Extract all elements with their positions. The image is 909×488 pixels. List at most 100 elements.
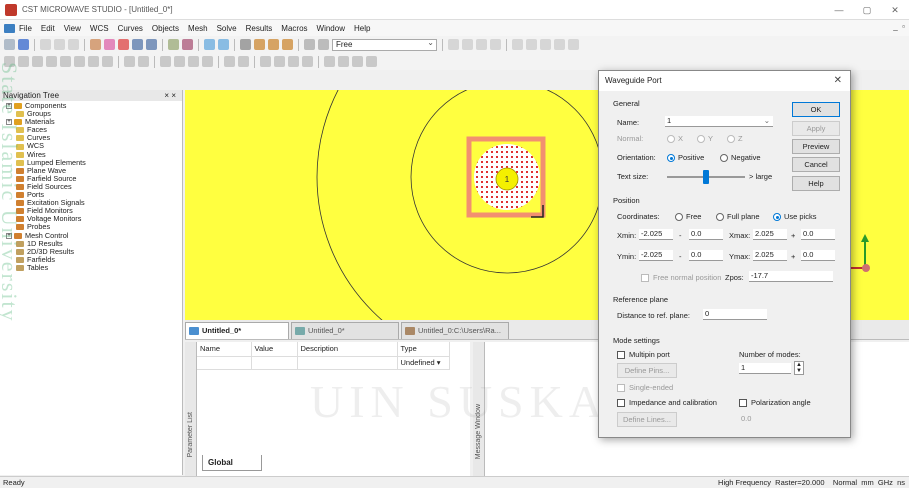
zoom-in-icon[interactable] bbox=[132, 39, 143, 50]
xmax-input[interactable]: 2.025 bbox=[753, 229, 787, 240]
mirror-icon[interactable] bbox=[202, 56, 213, 67]
cut-icon[interactable] bbox=[40, 39, 51, 50]
blend-icon[interactable] bbox=[160, 56, 171, 67]
pick-point-icon[interactable] bbox=[254, 39, 265, 50]
single-ended-checkbox[interactable] bbox=[617, 384, 625, 392]
wcs-align-icon[interactable] bbox=[476, 39, 487, 50]
tree-item[interactable]: Tables bbox=[6, 263, 182, 272]
torus-icon[interactable] bbox=[60, 56, 71, 67]
move-icon[interactable] bbox=[118, 39, 129, 50]
expand-icon[interactable]: + bbox=[6, 232, 12, 239]
circle-icon[interactable] bbox=[540, 39, 551, 50]
restore-icon[interactable]: ▢ bbox=[853, 0, 881, 20]
align-shape-icon[interactable] bbox=[238, 56, 249, 67]
ymin-input[interactable]: -2.025 bbox=[639, 250, 673, 261]
pan-icon[interactable] bbox=[104, 39, 115, 50]
impedance-checkbox[interactable] bbox=[617, 399, 625, 407]
normal-z-radio[interactable] bbox=[727, 135, 735, 143]
slider-thumb[interactable] bbox=[703, 170, 709, 184]
ymax-offset-input[interactable]: 0.0 bbox=[801, 250, 835, 261]
cylinder-icon[interactable] bbox=[32, 56, 43, 67]
ymax-input[interactable]: 2.025 bbox=[753, 250, 787, 261]
cell-description[interactable] bbox=[297, 356, 398, 370]
brick-icon[interactable] bbox=[4, 56, 15, 67]
loft-icon[interactable] bbox=[102, 56, 113, 67]
fit-icon[interactable] bbox=[168, 39, 179, 50]
menu-wcs[interactable]: WCS bbox=[90, 24, 109, 33]
paste-icon[interactable] bbox=[68, 39, 79, 50]
table-row[interactable]: Undefined ▾ bbox=[197, 356, 450, 370]
save-icon[interactable] bbox=[18, 39, 29, 50]
rotate-shape-icon[interactable] bbox=[88, 56, 99, 67]
menu-solve[interactable]: Solve bbox=[217, 24, 237, 33]
ok-button[interactable]: OK bbox=[792, 102, 840, 117]
pick-edge-icon[interactable] bbox=[268, 39, 279, 50]
text-size-slider[interactable] bbox=[667, 170, 745, 184]
zoom-out-icon[interactable] bbox=[146, 39, 157, 50]
define-lines-button[interactable]: Define Lines... bbox=[617, 412, 677, 427]
define-pins-button[interactable]: Define Pins... bbox=[617, 363, 677, 378]
select-icon[interactable] bbox=[204, 39, 215, 50]
expand-icon[interactable]: + bbox=[6, 103, 12, 110]
col-description[interactable]: Description bbox=[297, 342, 398, 357]
boolean-subtract-icon[interactable] bbox=[138, 56, 149, 67]
coords-full-plane-radio[interactable] bbox=[716, 213, 724, 221]
menu-help[interactable]: Help bbox=[354, 24, 370, 33]
num-modes-input[interactable]: 1 bbox=[739, 363, 791, 374]
free-normal-checkbox[interactable] bbox=[641, 274, 649, 282]
menu-file[interactable]: File bbox=[19, 24, 32, 33]
align-icon[interactable] bbox=[448, 39, 459, 50]
tab-global[interactable]: Global bbox=[202, 455, 262, 471]
ymin-offset-input[interactable]: 0.0 bbox=[689, 250, 723, 261]
col-name[interactable]: Name bbox=[197, 342, 252, 357]
chevron-down-icon[interactable]: ▾ bbox=[437, 358, 441, 367]
cell-name[interactable] bbox=[197, 356, 252, 370]
discrete-port-icon[interactable] bbox=[274, 56, 285, 67]
extrude-icon[interactable] bbox=[74, 56, 85, 67]
coords-free-radio[interactable] bbox=[675, 213, 683, 221]
cancel-button[interactable]: Cancel bbox=[792, 157, 840, 172]
measure-icon[interactable] bbox=[512, 39, 523, 50]
tab-untitled-1d[interactable]: Untitled_0* bbox=[291, 322, 399, 339]
tab-untitled-model[interactable]: Untitled_0* bbox=[185, 322, 289, 339]
line-icon[interactable] bbox=[526, 39, 537, 50]
cone-icon[interactable] bbox=[46, 56, 57, 67]
num-modes-spinner[interactable]: ▲ ▼ bbox=[794, 361, 804, 375]
transform-icon[interactable] bbox=[224, 56, 235, 67]
col-value[interactable]: Value bbox=[251, 342, 298, 357]
grid-icon[interactable] bbox=[318, 39, 329, 50]
ref-distance-input[interactable]: 0 bbox=[703, 309, 767, 320]
menu-objects[interactable]: Objects bbox=[152, 24, 179, 33]
menu-mesh[interactable]: Mesh bbox=[188, 24, 208, 33]
apply-button[interactable]: Apply bbox=[792, 121, 840, 136]
start-icon[interactable] bbox=[352, 56, 363, 67]
coords-use-picks-radio[interactable] bbox=[773, 213, 781, 221]
chamfer-icon[interactable] bbox=[174, 56, 185, 67]
close-icon[interactable]: ✕ bbox=[881, 0, 909, 20]
col-type[interactable]: Type bbox=[397, 342, 450, 357]
close-icon[interactable]: ✕ bbox=[834, 71, 842, 91]
panel-close-icon[interactable]: × × bbox=[164, 90, 176, 101]
menu-results[interactable]: Results bbox=[246, 24, 273, 33]
cell-type[interactable]: Undefined ▾ bbox=[397, 356, 450, 370]
sphere-icon[interactable] bbox=[18, 56, 29, 67]
shell-icon[interactable] bbox=[188, 56, 199, 67]
xmax-offset-input[interactable]: 0.0 bbox=[801, 229, 835, 240]
tab-untitled-path[interactable]: Untitled_0:C:\Users\Ra... bbox=[401, 322, 509, 339]
mode-select[interactable]: Free bbox=[332, 38, 437, 51]
multipin-checkbox[interactable] bbox=[617, 351, 625, 359]
normal-x-radio[interactable] bbox=[667, 135, 675, 143]
orientation-positive-radio[interactable] bbox=[667, 154, 675, 162]
xmin-input[interactable]: -2.025 bbox=[639, 229, 673, 240]
rotate-icon[interactable] bbox=[90, 39, 101, 50]
menu-view[interactable]: View bbox=[64, 24, 81, 33]
perspective-icon[interactable] bbox=[182, 39, 193, 50]
boolean-add-icon[interactable] bbox=[124, 56, 135, 67]
boundary-icon[interactable] bbox=[366, 56, 377, 67]
wireframe-icon[interactable] bbox=[218, 39, 229, 50]
port-icon[interactable] bbox=[260, 56, 271, 67]
extra-icon[interactable] bbox=[568, 39, 579, 50]
mdi-controls[interactable]: _ ▫ bbox=[893, 22, 905, 31]
view-icon[interactable] bbox=[240, 39, 251, 50]
copy-icon[interactable] bbox=[54, 39, 65, 50]
